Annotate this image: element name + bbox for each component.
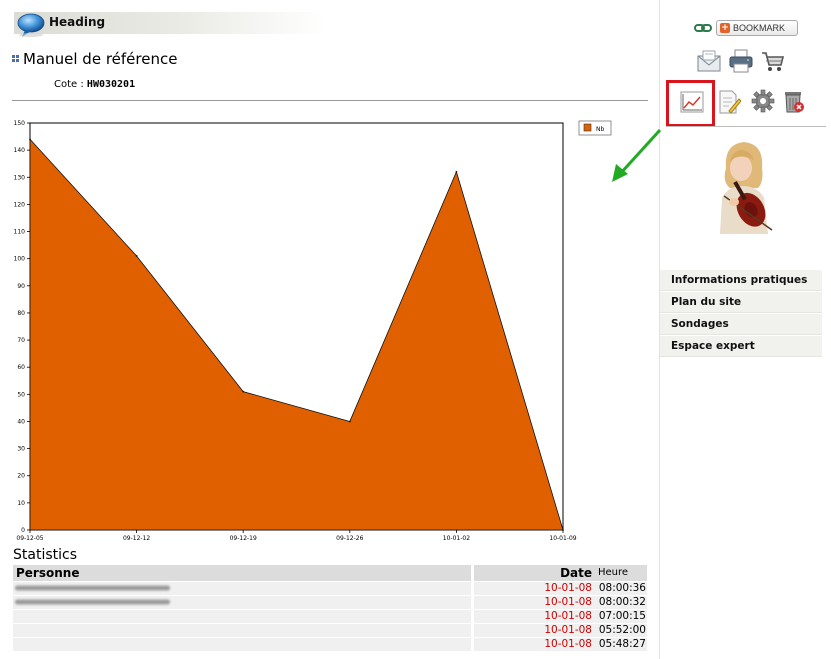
table-row: 10-01-08 08:00:36 (13, 582, 647, 595)
y-tick-label: 130 (14, 174, 26, 181)
y-tick-label: 100 (14, 256, 26, 263)
cote-line: Cote : HW030201 (54, 79, 135, 90)
data-point (348, 420, 351, 423)
statistics-table: Personne Date Heure 10-01-08 08:00:36 10-… (13, 565, 647, 651)
y-tick-label: 140 (14, 147, 26, 154)
edit-document-icon[interactable] (715, 89, 741, 115)
y-tick-label: 120 (14, 201, 26, 208)
row-date: 10-01-08 (544, 610, 592, 622)
page-title: Manuel de référence (12, 50, 177, 68)
menu-item-informations-pratiques[interactable]: Informations pratiques (660, 270, 822, 291)
redacted-name (15, 599, 170, 605)
row-date: 10-01-08 (544, 638, 592, 650)
y-tick-label: 0 (21, 527, 25, 534)
legend-swatch (583, 123, 592, 132)
bookmark-button[interactable]: + BOOKMARK (716, 20, 798, 36)
speech-bubble-icon (17, 13, 45, 37)
print-icon[interactable] (728, 48, 754, 74)
area-chart: 0 10 20 30 40 50 60 70 80 90 100 110 120 130 140 150 09-… (14, 120, 612, 542)
row-time: 07:00:15 (598, 610, 646, 622)
person-cell (13, 582, 471, 595)
chart-legend: Nb (578, 120, 612, 136)
row-time: 05:52:00 (598, 624, 646, 636)
redacted-name (15, 585, 170, 591)
link-icon[interactable] (694, 22, 712, 34)
date-cell: 10-01-08 07:00:15 (474, 610, 647, 623)
y-tick-label: 110 (14, 229, 26, 236)
person-cell (13, 624, 471, 637)
y-tick-label: 30 (17, 446, 25, 453)
plus-icon: + (720, 23, 730, 33)
menu-item-espace-expert[interactable]: Espace expert (660, 336, 822, 357)
legend-label: Nb (596, 126, 604, 133)
y-tick-label: 150 (14, 120, 26, 127)
date-cell: 10-01-08 05:52:00 (474, 624, 647, 637)
sidebar-icons-divider (666, 126, 826, 127)
data-point (135, 255, 138, 257)
date-cell: 10-01-08 08:00:32 (474, 596, 647, 609)
cote-value: HW030201 (86, 79, 136, 90)
y-tick-label: 70 (17, 337, 25, 344)
y-tick-label: 40 (17, 418, 25, 425)
cart-icon[interactable] (760, 48, 786, 74)
data-point (242, 390, 245, 393)
cote-label: Cote : (54, 79, 84, 90)
x-tick-label: 09-12-05 (16, 535, 43, 542)
chart-plot-area: 0 10 20 30 40 50 60 70 80 90 100 110 120 130 140 150 09-… (14, 120, 577, 542)
menu-item-sondages[interactable]: Sondages (660, 314, 822, 335)
row-date: 10-01-08 (544, 596, 592, 608)
x-tick-label: 09-12-12 (123, 535, 150, 542)
date-cell: 10-01-08 05:48:27 (474, 638, 647, 651)
column-header-date-label: Date (560, 566, 592, 580)
row-date: 10-01-08 (544, 582, 592, 594)
bullet-icon (12, 55, 19, 62)
column-header-date: Date Heure (474, 565, 647, 581)
x-tick-label: 10-01-09 (549, 535, 576, 542)
row-time: 08:00:32 (598, 596, 646, 608)
table-row: 10-01-08 08:00:32 (13, 596, 647, 609)
date-cell: 10-01-08 08:00:36 (474, 582, 647, 595)
x-tick-label: 09-12-26 (336, 535, 363, 542)
email-icon[interactable] (696, 48, 722, 74)
page-title-text: Manuel de référence (23, 50, 178, 68)
person-cell (13, 610, 471, 623)
data-point (455, 170, 458, 173)
y-tick-label: 50 (17, 391, 25, 398)
table-row: 10-01-08 05:48:27 (13, 638, 647, 651)
column-header-person: Personne (13, 565, 471, 581)
y-tick-label: 20 (17, 473, 25, 480)
violin-child-photo (710, 138, 776, 234)
row-date: 10-01-08 (544, 624, 592, 636)
row-time: 08:00:36 (598, 582, 646, 594)
statistics-title: Statistics (13, 547, 77, 563)
data-point (29, 138, 31, 141)
x-tick-label: 09-12-19 (230, 535, 257, 542)
table-row: 10-01-08 07:00:15 (13, 610, 647, 623)
row-time: 05:48:27 (598, 638, 646, 650)
person-cell (13, 638, 471, 651)
y-tick-label: 60 (17, 364, 25, 371)
green-arrow-icon (612, 128, 662, 182)
gear-icon[interactable] (750, 88, 776, 114)
heading-bar: Heading (14, 12, 328, 37)
person-cell (13, 596, 471, 609)
heading-label: Heading (49, 15, 106, 29)
statistics-header-row: Personne Date Heure (13, 565, 647, 581)
y-tick-label: 10 (17, 500, 25, 507)
header-divider (12, 100, 648, 101)
column-header-time-label: Heure (597, 567, 628, 578)
chart-icon-highlight (666, 80, 715, 127)
menu-item-plan-du-site[interactable]: Plan du site (660, 292, 822, 313)
bookmark-label: BOOKMARK (733, 23, 786, 33)
y-tick-label: 80 (17, 310, 25, 317)
x-tick-label: 10-01-02 (443, 535, 470, 542)
trash-icon[interactable] (780, 88, 806, 114)
y-tick-label: 90 (17, 283, 25, 290)
table-row: 10-01-08 05:52:00 (13, 624, 647, 637)
side-menu: Informations pratiques Plan du site Sond… (660, 270, 822, 358)
